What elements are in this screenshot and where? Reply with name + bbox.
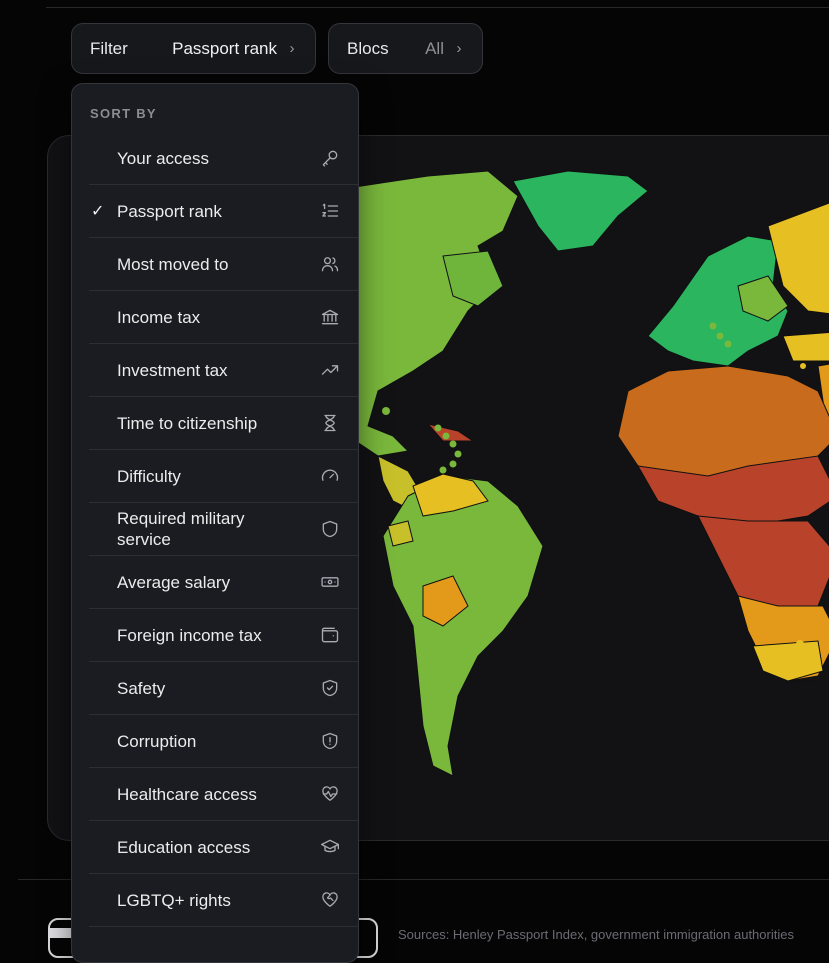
sort-option-your-access[interactable]: Your access [89, 132, 358, 185]
shield-alert-icon [320, 731, 340, 751]
sort-option-safety[interactable]: Safety [89, 662, 358, 715]
sort-option-label: Required military service [117, 509, 245, 549]
sort-option-investment-tax[interactable]: Investment tax [89, 344, 358, 397]
sort-option-corruption[interactable]: Corruption [89, 715, 358, 768]
sort-option-label: Investment tax [117, 360, 228, 380]
heart-pulse-icon [320, 784, 340, 804]
top-divider [46, 7, 829, 8]
gauge-icon [320, 466, 340, 486]
key-icon [320, 148, 340, 168]
sort-option-label: Corruption [117, 731, 197, 751]
ranked-list-icon [320, 201, 340, 221]
sort-option-label: Education access [117, 837, 251, 857]
sort-option-label: Healthcare access [117, 784, 257, 804]
sort-dropdown: SORT BY Your access ✓ Passport rank Most… [71, 83, 359, 963]
sort-option-difficulty[interactable]: Difficulty [89, 450, 358, 503]
sort-by-header: SORT BY [90, 106, 157, 121]
users-icon [320, 254, 340, 274]
filter-chip-key: Filter [90, 38, 128, 58]
sort-option-most-moved-to[interactable]: Most moved to [89, 238, 358, 291]
banknote-icon [320, 572, 340, 592]
blocs-chip-key: Blocs [347, 38, 389, 58]
sort-option-label: Average salary [117, 572, 231, 592]
check-icon: ✓ [91, 203, 105, 220]
sort-option-income-tax[interactable]: Income tax [89, 291, 358, 344]
filter-chip-value: Passport rank [172, 38, 277, 58]
map-region-caribbean [426, 423, 475, 442]
shield-icon [320, 519, 340, 539]
sort-option-label: Most moved to [117, 254, 229, 274]
wallet-icon [320, 625, 340, 645]
sort-option-label: Passport rank [117, 201, 222, 221]
sort-option-label: LGBTQ+ rights [117, 890, 231, 910]
sort-option-education-access[interactable]: Education access [89, 821, 358, 874]
chevron-right-icon: › [289, 40, 295, 57]
bank-icon [320, 307, 340, 327]
sort-option-average-salary[interactable]: Average salary [89, 556, 358, 609]
sort-option-label: Income tax [117, 307, 201, 327]
blocs-chip-value: All [425, 38, 444, 58]
sort-option-label: Difficulty [117, 466, 181, 486]
sort-option-healthcare-access[interactable]: Healthcare access [89, 768, 358, 821]
chevron-right-icon: › [456, 40, 462, 57]
sort-option-label: Safety [117, 678, 166, 698]
map-region-central-africa [697, 515, 829, 617]
trending-up-icon [320, 360, 340, 380]
map-region-ecuador [387, 520, 414, 547]
sort-options-list: Your access ✓ Passport rank Most moved t… [89, 132, 358, 927]
hourglass-icon [320, 413, 340, 433]
shield-check-icon [320, 678, 340, 698]
sources-text: Sources: Henley Passport Index, governme… [398, 927, 794, 942]
sort-option-foreign-income-tax[interactable]: Foreign income tax [89, 609, 358, 662]
sort-option-label: Your access [117, 148, 209, 168]
sort-option-passport-rank[interactable]: ✓ Passport rank [89, 185, 358, 238]
sort-option-label: Foreign income tax [117, 625, 262, 645]
map-region-greenland [512, 170, 649, 252]
filter-chip[interactable]: Filter Passport rank › [71, 23, 316, 74]
map-region-turkey [782, 331, 829, 362]
heart-handshake-icon [320, 890, 340, 910]
graduation-cap-icon [320, 837, 340, 857]
blocs-chip[interactable]: Blocs All › [328, 23, 483, 74]
sort-option-lgbtq-rights[interactable]: LGBTQ+ rights [89, 874, 358, 927]
sort-option-time-to-citizenship[interactable]: Time to citizenship [89, 397, 358, 450]
sort-option-label: Time to citizenship [117, 413, 258, 433]
sort-option-required-military-service[interactable]: Required military service [89, 503, 358, 556]
